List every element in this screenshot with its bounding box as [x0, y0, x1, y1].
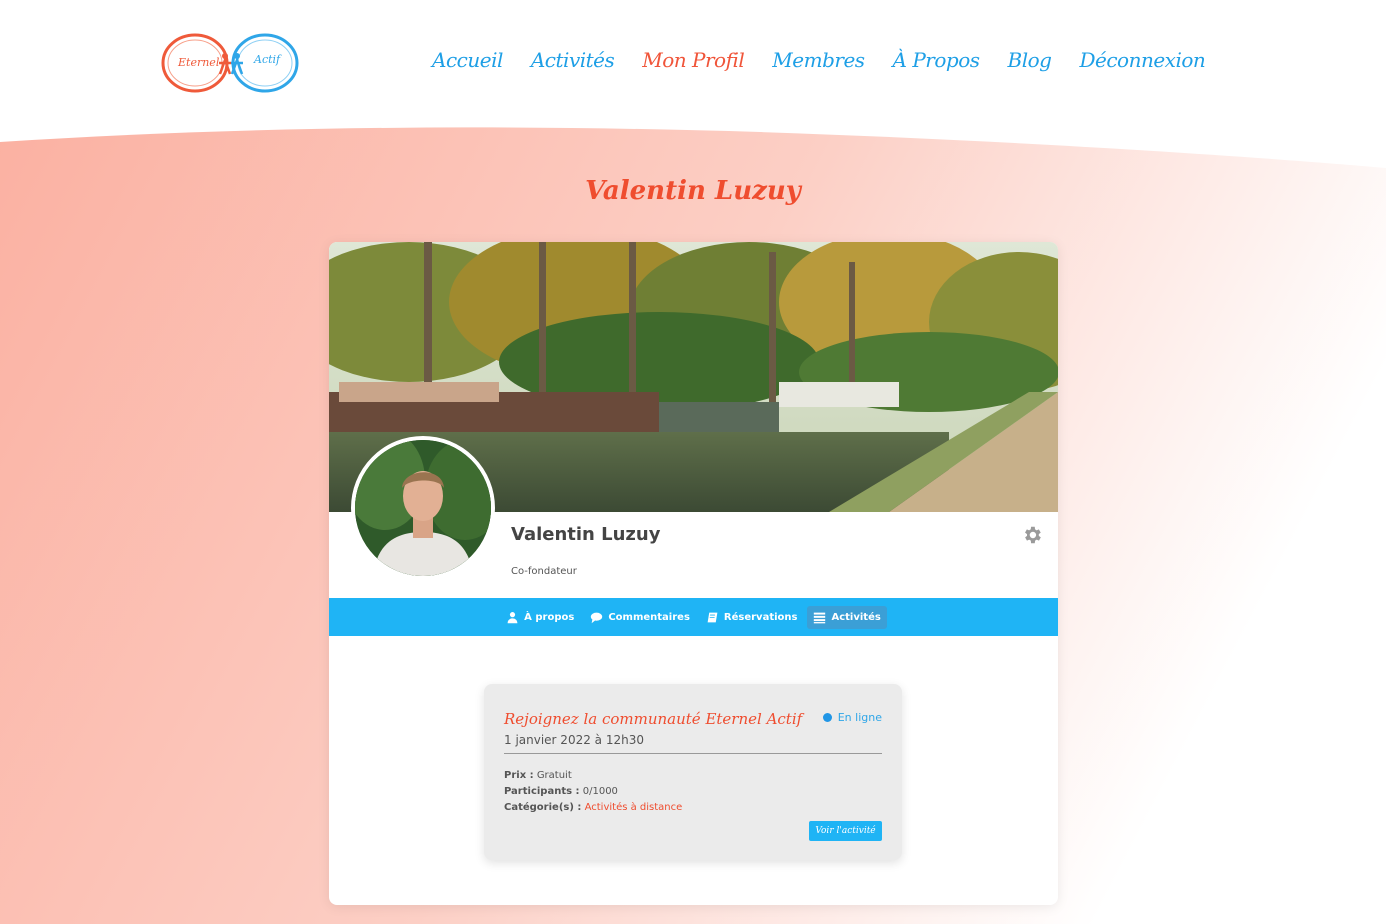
- activity-info: Prix : Gratuit Participants : 0/1000 Cat…: [504, 768, 682, 816]
- tab-label: Réservations: [723, 611, 798, 623]
- activity-date: 1 janvier 2022 à 12h30: [504, 733, 644, 747]
- category-link[interactable]: Activités à distance: [585, 802, 683, 813]
- logo-text-eternel: Eternel: [178, 56, 220, 69]
- tab-label: Commentaires: [608, 611, 690, 623]
- tab-reservations[interactable]: Réservations: [700, 606, 804, 629]
- profile-name: Valentin Luzuy: [511, 524, 661, 545]
- page-title: Valentin Luzuy: [585, 176, 801, 206]
- category-label: Catégorie(s) :: [504, 802, 582, 813]
- price-row: Prix : Gratuit: [504, 768, 682, 784]
- activity-title[interactable]: Rejoignez la communauté Eternel Actif: [504, 710, 802, 728]
- participants-value: 0/1000: [582, 786, 618, 797]
- status-dot-icon: [822, 713, 832, 722]
- book-icon: [707, 612, 718, 622]
- activity-divider: [504, 753, 882, 754]
- avatar: [351, 436, 495, 580]
- user-icon: [507, 611, 518, 623]
- nav-activites[interactable]: Activités: [531, 48, 615, 72]
- nav-blog[interactable]: Blog: [1008, 48, 1052, 72]
- nav-a-propos[interactable]: À Propos: [893, 48, 980, 72]
- profile-role: Co-fondateur: [511, 566, 577, 577]
- activity-card: Rejoignez la communauté Eternel Actif En…: [484, 684, 902, 860]
- view-activity-button[interactable]: Voir l'activité: [809, 821, 882, 841]
- category-row: Catégorie(s) : Activités à distance: [504, 800, 682, 816]
- profile-tabs: À propos Commentaires Réservations Activ…: [329, 598, 1058, 636]
- price-value: Gratuit: [536, 770, 572, 781]
- nav-membres[interactable]: Membres: [772, 48, 865, 72]
- price-label: Prix :: [504, 770, 534, 781]
- tab-label: À propos: [524, 611, 575, 623]
- participants-row: Participants : 0/1000: [504, 784, 682, 800]
- main-nav: Accueil Activités Mon Profil Membres À P…: [432, 48, 1233, 72]
- nav-mon-profil[interactable]: Mon Profil: [642, 48, 745, 72]
- gear-icon[interactable]: [1021, 524, 1043, 546]
- list-icon: [814, 612, 826, 623]
- tab-activites[interactable]: Activités: [807, 605, 887, 629]
- site-header: Eternel Actif Accueil Activités Mon Prof…: [0, 0, 1386, 130]
- participants-label: Participants :: [504, 786, 580, 797]
- tab-a-propos[interactable]: À propos: [500, 606, 580, 629]
- comment-icon: [591, 612, 603, 623]
- activity-status: En ligne: [822, 711, 882, 724]
- tab-commentaires[interactable]: Commentaires: [584, 606, 696, 629]
- nav-deconnexion[interactable]: Déconnexion: [1079, 48, 1205, 72]
- nav-accueil[interactable]: Accueil: [432, 48, 503, 72]
- profile-card: Valentin Luzuy Co-fondateur À propos Com…: [329, 242, 1058, 905]
- status-label: En ligne: [837, 711, 882, 724]
- tab-label: Activités: [831, 611, 881, 623]
- logo-text-actif: Actif: [254, 53, 281, 66]
